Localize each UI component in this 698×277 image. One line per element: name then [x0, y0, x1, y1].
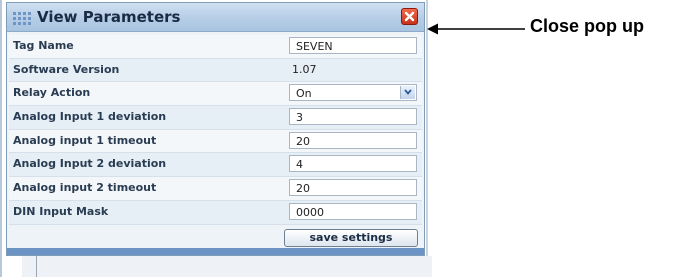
- dialog-title-bar[interactable]: View Parameters: [7, 3, 424, 32]
- analog-input-2-deviation-label: Analog Input 2 deviation: [13, 157, 167, 171]
- relay-action-label: Relay Action: [13, 86, 91, 100]
- analog-input-2-timeout-label: Analog input 2 timeout: [13, 181, 157, 195]
- analog-input-2-timeout-field[interactable]: 20: [289, 179, 417, 197]
- background-page-strip: [22, 256, 432, 277]
- parameter-list: Tag Name SEVEN Software Version 1.07 Rel…: [9, 35, 422, 225]
- grid-icon: [13, 11, 35, 25]
- analog-input-1-deviation-label: Analog Input 1 deviation: [13, 110, 167, 124]
- parameter-row: Software Version 1.07: [9, 58, 422, 83]
- view-parameters-dialog: View Parameters Tag Name SEVEN Software …: [6, 2, 425, 256]
- close-button[interactable]: [401, 8, 418, 25]
- dialog-footer-bar: [7, 248, 424, 255]
- analog-input-1-timeout-label: Analog input 1 timeout: [13, 133, 157, 147]
- relay-action-select[interactable]: On: [289, 84, 417, 102]
- close-icon: [404, 11, 415, 22]
- annotation-arrow-icon: [427, 23, 525, 35]
- parameter-row: Analog input 1 timeout 20: [9, 129, 422, 154]
- din-input-mask-label: DIN Input Mask: [13, 204, 109, 218]
- tag-name-field[interactable]: SEVEN: [289, 37, 417, 54]
- software-version-label: Software Version: [13, 62, 120, 76]
- background-page-edge: [0, 0, 2, 277]
- close-pop-up-annotation: Close pop up: [530, 16, 644, 36]
- parameter-row: Analog Input 2 deviation 4: [9, 153, 422, 178]
- parameter-row: DIN Input Mask 0000: [9, 200, 422, 225]
- background-page-divider: [36, 256, 37, 277]
- parameter-row: Analog input 2 timeout 20: [9, 177, 422, 201]
- dialog-title: View Parameters: [37, 8, 181, 26]
- dropdown-button[interactable]: [400, 86, 415, 100]
- software-version-value: 1.07: [292, 62, 317, 76]
- tag-name-label: Tag Name: [13, 39, 74, 52]
- analog-input-1-deviation-field[interactable]: 3: [289, 108, 417, 126]
- relay-action-value: On: [296, 87, 312, 101]
- analog-input-2-deviation-field[interactable]: 4: [289, 155, 417, 173]
- dialog-actions: save settings: [9, 229, 422, 248]
- parameter-row: Relay Action On: [9, 82, 422, 107]
- background-page-edge: [426, 0, 428, 262]
- save-settings-button[interactable]: save settings: [284, 229, 418, 247]
- din-input-mask-field[interactable]: 0000: [289, 202, 417, 220]
- parameter-row: Tag Name SEVEN: [9, 35, 422, 59]
- analog-input-1-timeout-field[interactable]: 20: [289, 131, 417, 149]
- chevron-down-icon: [404, 89, 412, 96]
- parameter-row: Analog Input 1 deviation 3: [9, 106, 422, 130]
